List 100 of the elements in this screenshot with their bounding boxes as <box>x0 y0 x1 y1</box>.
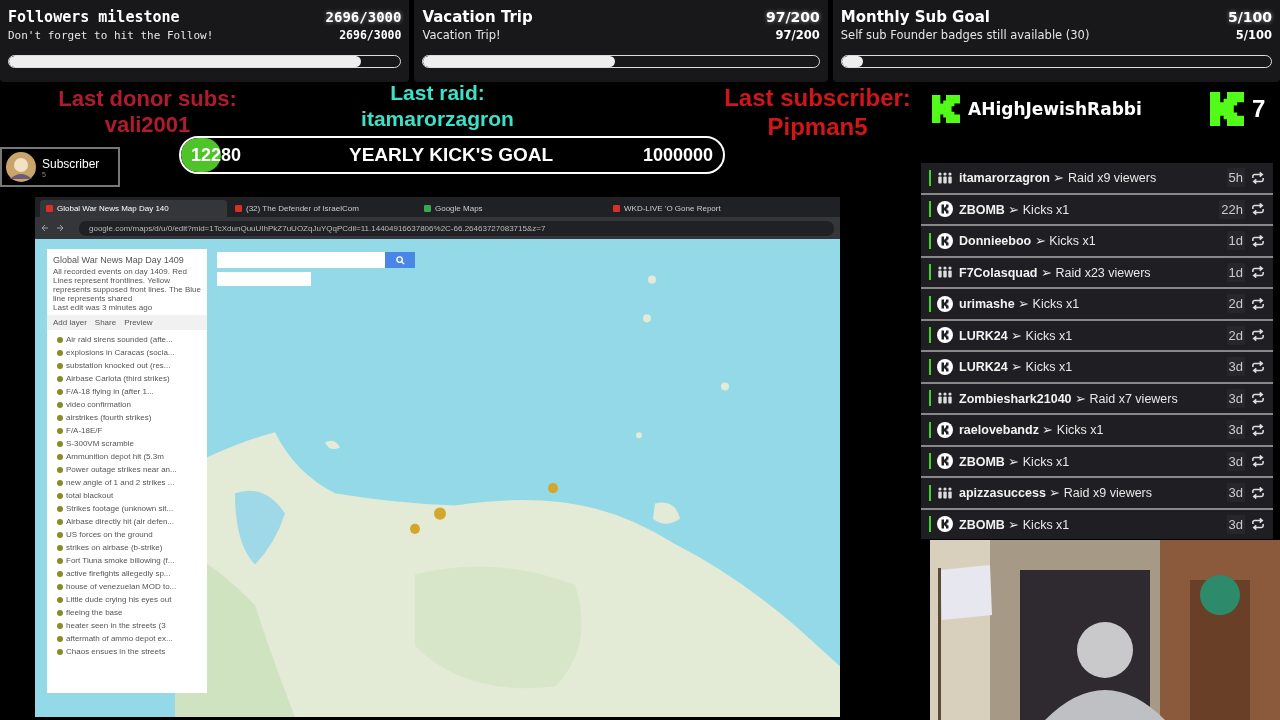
goal-count: 97/200 <box>775 28 820 42</box>
supporter-name: AHighJewishRabbi <box>968 99 1143 119</box>
map-item[interactable]: strikes on airbase (b-strike) <box>47 541 207 554</box>
replay-button[interactable] <box>1251 171 1265 184</box>
map-item[interactable]: Ammunition depot hit (5.3m <box>47 450 207 463</box>
favicon-icon <box>46 205 53 212</box>
panel-action[interactable]: Add layer <box>53 318 87 327</box>
event-time: 22h <box>1219 199 1245 219</box>
logo-icon <box>932 95 960 123</box>
event-time: 1d <box>1226 262 1245 282</box>
goal-title: Monthly Sub Goal <box>840 8 990 26</box>
goal-count: 5/100 <box>1227 9 1272 25</box>
replay-button[interactable] <box>1251 234 1265 247</box>
map-item[interactable]: US forces on the ground <box>47 528 207 541</box>
replay-button[interactable] <box>1251 329 1265 342</box>
goal-count: 97/200 <box>765 9 820 25</box>
goal-subtitle: Self sub Founder badges still available (30) <box>840 28 1090 42</box>
browser-tab[interactable]: WKD-LIVE 'O Gone Report <box>607 200 794 217</box>
logo-icon <box>1210 92 1244 126</box>
map-item[interactable]: Little dude crying his eyes out <box>47 593 207 606</box>
event-time: 3d <box>1226 420 1245 440</box>
map-item[interactable]: total blackout <box>47 489 207 502</box>
label-heading: Last raid: <box>390 80 485 106</box>
event-text: LURK24 ➢ Kicks x1 <box>959 359 1074 375</box>
goal-title: Followers milestone <box>8 8 180 26</box>
replay-button[interactable] <box>1251 266 1265 279</box>
event-time: 3d <box>1226 388 1245 408</box>
browser-tab[interactable]: (32) The Defender of IsraelCom <box>229 200 416 217</box>
replay-button[interactable] <box>1251 297 1265 310</box>
map-item[interactable]: F/A-18 flying in (after 1... <box>47 385 207 398</box>
event-text: urimashe ➢ Kicks x1 <box>959 296 1081 312</box>
map-item[interactable]: substation knocked out (res... <box>47 359 207 372</box>
address-bar[interactable]: google.com/maps/d/u/0/edit?mid=1TcXdunQuuUIhPkZ7uUOZqJuYQqPCdil=11.14404916637806%2C-66.26463727083715&z=7 <box>79 220 834 236</box>
map-item[interactable]: Chaos ensues in the streets <box>47 645 207 658</box>
people-icon <box>937 486 953 499</box>
favicon-icon <box>235 205 242 212</box>
event-text: Donnieeboo ➢ Kicks x1 <box>959 233 1097 249</box>
replay-button[interactable] <box>1251 423 1265 436</box>
event-text: F7Colasquad ➢ Raid x23 viewers <box>959 264 1152 280</box>
event-text: LURK24 ➢ Kicks x1 <box>959 327 1074 343</box>
replay-button[interactable] <box>1251 360 1265 373</box>
people-icon <box>937 392 953 405</box>
goal-subtitle: Don't forget to hit the Follow! <box>8 29 214 42</box>
map-item[interactable]: explosions in Caracas (socia... <box>47 346 207 359</box>
panel-title: Global War News Map Day 1409 <box>52 254 185 267</box>
replay-button[interactable] <box>1251 518 1265 531</box>
browser-tab[interactable]: Global War News Map Day 140 <box>40 200 227 217</box>
logo-icon <box>937 358 953 375</box>
event-time: 2d <box>1226 294 1245 314</box>
replay-button[interactable] <box>1251 455 1265 468</box>
panel-action[interactable]: Preview <box>124 318 153 327</box>
panel-description: All recorded events on day 1409. Red Lines represent frontlines. Yellow represents supposed front lines. The Blue line represents shared <box>52 267 202 303</box>
map-item[interactable]: new angle of 1 and 2 strikes ... <box>47 476 207 489</box>
logo-icon <box>937 232 953 249</box>
goal-title: Vacation Trip <box>422 8 533 26</box>
logo-icon <box>937 327 953 344</box>
label-name: itamarorzagron <box>361 106 514 132</box>
replay-button[interactable] <box>1251 392 1265 405</box>
avatar-icon <box>6 152 36 182</box>
event-text: raelovebandz ➢ Kicks x1 <box>959 422 1105 438</box>
search-field[interactable] <box>217 252 385 268</box>
goal-target: 1000000 <box>642 144 713 166</box>
map-item[interactable]: active firefights allegedly sp... <box>47 567 207 580</box>
map-item[interactable]: fleeing the base <box>47 606 207 619</box>
map-item[interactable]: Strikes footage (unknown sit... <box>47 502 207 515</box>
replay-button[interactable] <box>1251 203 1265 216</box>
replay-button[interactable] <box>1251 486 1265 499</box>
map-item[interactable]: video confirmation <box>47 398 207 411</box>
logo-icon <box>937 516 953 533</box>
map-item[interactable]: S-300VM scramble <box>47 437 207 450</box>
map-item[interactable]: Fort Tiuna smoke billowing (f... <box>47 554 207 567</box>
map-item[interactable]: Airbase directly hit (air defen... <box>47 515 207 528</box>
event-time: 1d <box>1226 231 1245 251</box>
map-item[interactable]: aftermath of ammo depot ex... <box>47 632 207 645</box>
event-text: ZBOMB ➢ Kicks x1 <box>959 201 1071 217</box>
map-item[interactable]: heater seen in the streets (3 <box>47 619 207 632</box>
event-time: 2d <box>1226 325 1245 345</box>
map-item[interactable]: Airbase Carlota (third strikes) <box>47 372 207 385</box>
map-item[interactable]: Air raid sirens sounded (afte... <box>47 333 207 346</box>
logo-icon <box>937 453 953 470</box>
goal-title: YEARLY KICK'S GOAL <box>347 144 555 166</box>
map-item[interactable]: airstrikes (fourth strikes) <box>47 411 207 424</box>
panel-edit-note: Last edit was 3 minutes ago <box>52 303 154 312</box>
map-item[interactable]: house of venezuelan MOD to... <box>47 580 207 593</box>
search-button[interactable] <box>385 252 415 268</box>
favicon-icon <box>613 205 620 212</box>
panel-action[interactable]: Share <box>94 318 117 327</box>
map-item[interactable]: Power outage strikes near an... <box>47 463 207 476</box>
event-time: 3d <box>1226 451 1245 471</box>
logo-icon <box>937 201 953 218</box>
label-heading: Last donor subs: <box>58 86 237 112</box>
browser-tab[interactable]: Google Maps <box>418 200 605 217</box>
search-icon <box>395 255 405 265</box>
label-name: Pipman5 <box>767 112 868 141</box>
event-text: apizzasuccess ➢ Raid x9 viewers <box>959 485 1154 501</box>
badge-label: Subscriber <box>42 156 100 171</box>
goal-subtitle: Vacation Trip! <box>422 28 501 42</box>
label-name: vali2001 <box>104 112 191 138</box>
map-item[interactable]: F/A-18E/F <box>47 424 207 437</box>
event-text: ZBOMB ➢ Kicks x1 <box>959 453 1071 469</box>
